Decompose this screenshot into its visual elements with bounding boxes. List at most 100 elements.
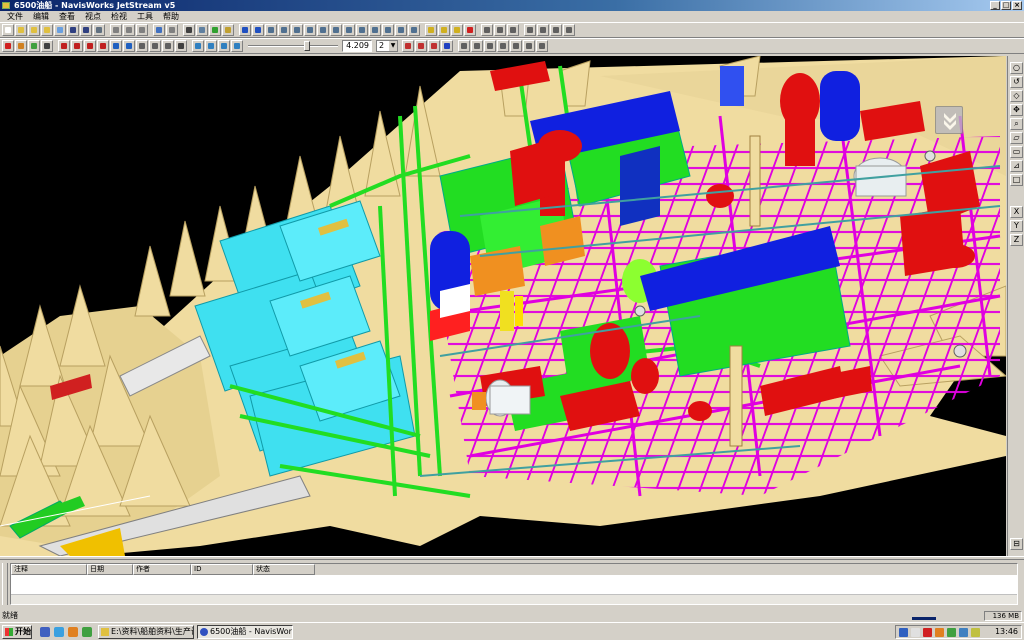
align-left-icon[interactable] xyxy=(110,24,122,36)
maximize-button[interactable]: □ xyxy=(1001,1,1011,10)
show-desktop-icon[interactable] xyxy=(40,627,50,637)
axis-z-button[interactable]: Z xyxy=(1010,234,1023,246)
grid-icon[interactable] xyxy=(175,40,187,52)
require-icon[interactable] xyxy=(231,40,243,52)
media-player-icon[interactable] xyxy=(68,627,78,637)
animation-stop-icon[interactable] xyxy=(415,40,427,52)
measure-icon[interactable] xyxy=(110,40,122,52)
plane-mode-icon[interactable]: ⊿ xyxy=(1010,160,1023,172)
menu-viewpoint[interactable]: 视点 xyxy=(80,11,106,22)
section-plane-icon[interactable] xyxy=(494,24,506,36)
redline-ellipse-icon[interactable] xyxy=(84,40,96,52)
gravity-icon[interactable] xyxy=(438,24,450,36)
fly-icon[interactable] xyxy=(356,24,368,36)
align-center-icon[interactable] xyxy=(123,24,135,36)
redline-freehand-icon[interactable] xyxy=(97,40,109,52)
view-left-icon[interactable] xyxy=(484,40,496,52)
select-icon[interactable] xyxy=(239,24,251,36)
view-right-icon[interactable] xyxy=(497,40,509,52)
render-full-icon[interactable] xyxy=(524,24,536,36)
view-iso-icon[interactable] xyxy=(536,40,548,52)
view-front-icon[interactable] xyxy=(458,40,470,52)
axis-x-button[interactable]: X xyxy=(1010,206,1023,218)
hide-unselected-icon[interactable] xyxy=(205,40,217,52)
zoom-box-icon[interactable] xyxy=(304,24,316,36)
start-button[interactable]: 开始 xyxy=(2,625,32,639)
animation-record-icon[interactable] xyxy=(402,40,414,52)
close-button[interactable]: × xyxy=(1012,1,1022,10)
undo-icon[interactable] xyxy=(153,24,165,36)
volume-icon[interactable] xyxy=(911,628,920,637)
level-select[interactable]: 2 ▼ xyxy=(376,40,398,52)
view-top-icon[interactable] xyxy=(510,40,522,52)
zoom-icon[interactable] xyxy=(291,24,303,36)
fit-mode-icon[interactable]: □ xyxy=(1010,174,1023,186)
chevron-down-icon[interactable]: ▼ xyxy=(389,41,397,51)
merge-icon[interactable] xyxy=(41,24,53,36)
render-shaded-icon[interactable] xyxy=(537,24,549,36)
tray-misc-icon[interactable] xyxy=(971,628,980,637)
orbit-mode-icon[interactable]: ◇ xyxy=(1010,90,1023,102)
section-mode-icon[interactable]: ▱ xyxy=(1010,132,1023,144)
column-status[interactable]: 状态 xyxy=(253,564,315,575)
tag-icon[interactable] xyxy=(136,40,148,52)
column-date[interactable]: 日期 xyxy=(87,564,133,575)
open-file-icon[interactable] xyxy=(15,24,27,36)
save-icon[interactable] xyxy=(67,24,79,36)
align-right-icon[interactable] xyxy=(136,24,148,36)
title-bar[interactable]: 6500油船 - NavisWorks JetStream v5 _ □ × xyxy=(0,0,1024,11)
measure-angle-icon[interactable] xyxy=(123,40,135,52)
turntable-icon[interactable] xyxy=(369,24,381,36)
clash-icon[interactable] xyxy=(162,40,174,52)
horizontal-scrollbar[interactable] xyxy=(11,594,1017,604)
task-explorer[interactable]: E:\资料\船舶资料\生产设计 xyxy=(98,625,194,639)
tool-1-icon[interactable] xyxy=(2,40,14,52)
task-navisworks[interactable]: 6500油船 - NavisWorks ... xyxy=(197,625,293,639)
redline-icon[interactable] xyxy=(58,40,70,52)
print-preview-icon[interactable] xyxy=(196,24,208,36)
select-box-icon[interactable] xyxy=(252,24,264,36)
menu-tools[interactable]: 工具 xyxy=(132,11,158,22)
append-icon[interactable] xyxy=(28,24,40,36)
minimize-button[interactable]: _ xyxy=(990,1,1000,10)
menu-review[interactable]: 检视 xyxy=(106,11,132,22)
viewport-navigation-widget[interactable] xyxy=(935,106,963,134)
zoom-mode-icon[interactable]: ⌕ xyxy=(1010,118,1023,130)
walk-mode-icon[interactable]: ○ xyxy=(1010,62,1023,74)
3d-viewport[interactable] xyxy=(0,56,1006,556)
pan-icon[interactable] xyxy=(317,24,329,36)
tool-3-icon[interactable] xyxy=(28,40,40,52)
print-icon[interactable] xyxy=(183,24,195,36)
crouch-icon[interactable] xyxy=(451,24,463,36)
zoom-value-field[interactable]: 4.209 xyxy=(342,40,372,52)
comment-icon[interactable] xyxy=(149,40,161,52)
axis-y-button[interactable]: Y xyxy=(1010,220,1023,232)
ie-icon[interactable] xyxy=(54,627,64,637)
zoom-all-icon[interactable] xyxy=(382,24,394,36)
speed-slider[interactable] xyxy=(248,40,338,52)
look-mode-icon[interactable]: ↺ xyxy=(1010,76,1023,88)
hide-icon[interactable] xyxy=(192,40,204,52)
menu-view[interactable]: 查看 xyxy=(54,11,80,22)
perspective-icon[interactable] xyxy=(408,24,420,36)
examine-icon[interactable] xyxy=(343,24,355,36)
menu-help[interactable]: 帮助 xyxy=(158,11,184,22)
refresh-icon[interactable] xyxy=(54,24,66,36)
column-comment[interactable]: 注释 xyxy=(11,564,87,575)
pan-mode-icon[interactable]: ✥ xyxy=(1010,104,1023,116)
antivirus-icon[interactable] xyxy=(923,628,932,637)
tool-4-icon[interactable] xyxy=(41,40,53,52)
panel-grip[interactable] xyxy=(2,563,8,605)
context-help-icon[interactable] xyxy=(222,24,234,36)
tool-2-icon[interactable] xyxy=(15,40,27,52)
clock[interactable]: 13:46 xyxy=(995,626,1018,638)
tray-update-icon[interactable] xyxy=(947,628,956,637)
animation-next-icon[interactable] xyxy=(441,40,453,52)
unhide-all-icon[interactable] xyxy=(218,40,230,52)
walk-icon[interactable] xyxy=(265,24,277,36)
help-icon[interactable] xyxy=(209,24,221,36)
render-hidden-icon[interactable] xyxy=(563,24,575,36)
view-bottom-icon[interactable] xyxy=(523,40,535,52)
menu-file[interactable]: 文件 xyxy=(2,11,28,22)
tray-app-icon[interactable] xyxy=(935,628,944,637)
